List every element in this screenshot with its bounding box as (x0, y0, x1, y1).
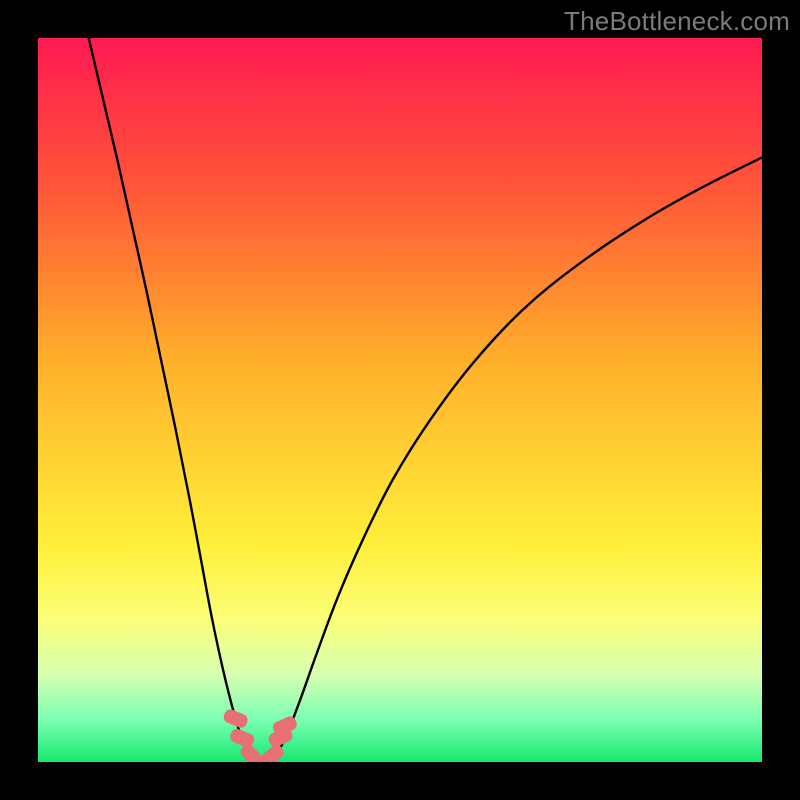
chart-svg (38, 38, 762, 762)
gradient-background (38, 38, 762, 762)
chart-plot-area (38, 38, 762, 762)
watermark-text: TheBottleneck.com (564, 6, 790, 37)
chart-frame: TheBottleneck.com (0, 0, 800, 800)
